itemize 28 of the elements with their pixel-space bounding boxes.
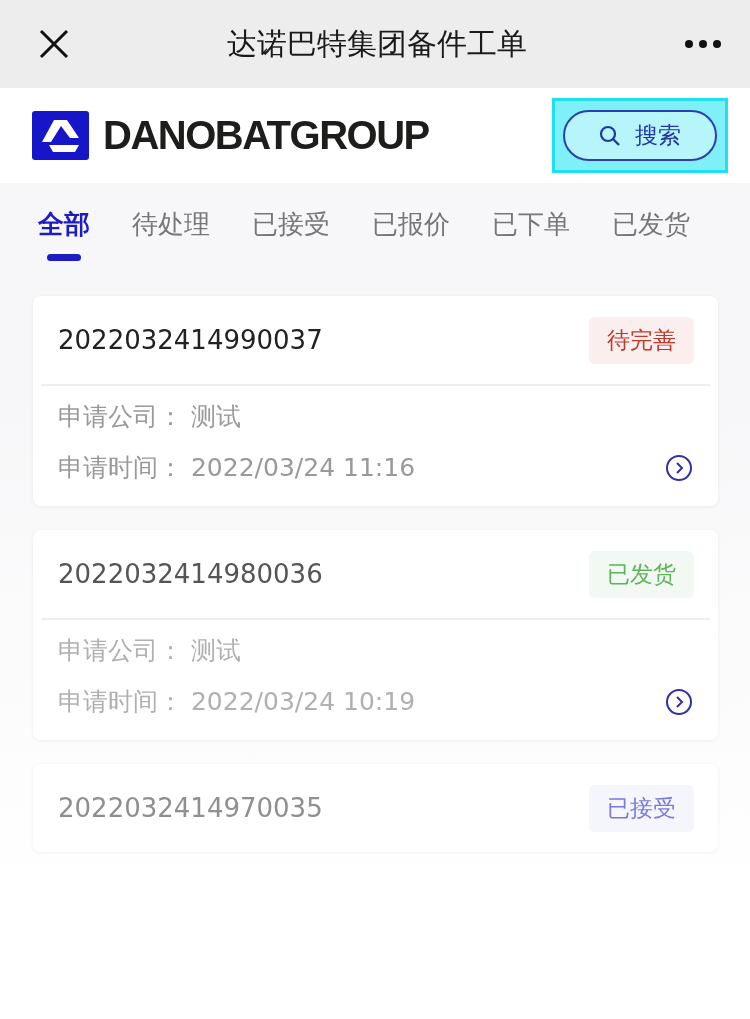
search-icon — [599, 124, 621, 147]
order-number: 2022032414980036 — [58, 559, 323, 589]
status-tag: 已接受 — [589, 784, 694, 832]
filter-tab[interactable]: 全部 — [38, 207, 90, 275]
page-title: 达诺巴特集团备件工单 — [227, 24, 527, 63]
filter-tab[interactable]: 已报价 — [372, 207, 450, 275]
filter-tab[interactable]: 已接受 — [252, 207, 330, 275]
filter-tab[interactable]: 已发货 — [612, 207, 690, 275]
order-field: 申请时间： 2022/03/24 10:19 — [58, 685, 416, 718]
order-card[interactable]: 2022032414970035 已接受 — [33, 764, 718, 852]
close-icon[interactable] — [38, 28, 70, 60]
logo-icon — [32, 111, 89, 160]
order-card[interactable]: 2022032414980036 已发货 申请公司： 测试 申请时间： 2022/03/24 10:19 — [33, 530, 718, 740]
order-field: 申请时间： 2022/03/24 11:16 — [58, 451, 416, 484]
order-number: 2022032414990037 — [58, 325, 323, 355]
status-tag: 已发货 — [589, 550, 694, 598]
more-icon[interactable] — [684, 39, 722, 49]
chevron-circle-icon[interactable] — [665, 687, 693, 716]
order-field: 申请公司： 测试 — [58, 634, 241, 667]
order-number: 2022032414970035 — [58, 793, 323, 823]
status-tag: 待完善 — [589, 316, 694, 364]
filter-tab[interactable]: 待处理 — [132, 207, 210, 275]
chevron-circle-icon[interactable] — [665, 453, 693, 482]
logo-text: DANOBATGROUP — [103, 113, 429, 158]
order-card[interactable]: 2022032414990037 待完善 申请公司： 测试 申请时间： 2022/03/24 11:16 — [33, 296, 718, 506]
filter-tab[interactable]: 已下单 — [492, 207, 570, 275]
search-button[interactable]: 搜索 — [563, 110, 717, 161]
order-field: 申请公司： 测试 — [58, 400, 241, 433]
